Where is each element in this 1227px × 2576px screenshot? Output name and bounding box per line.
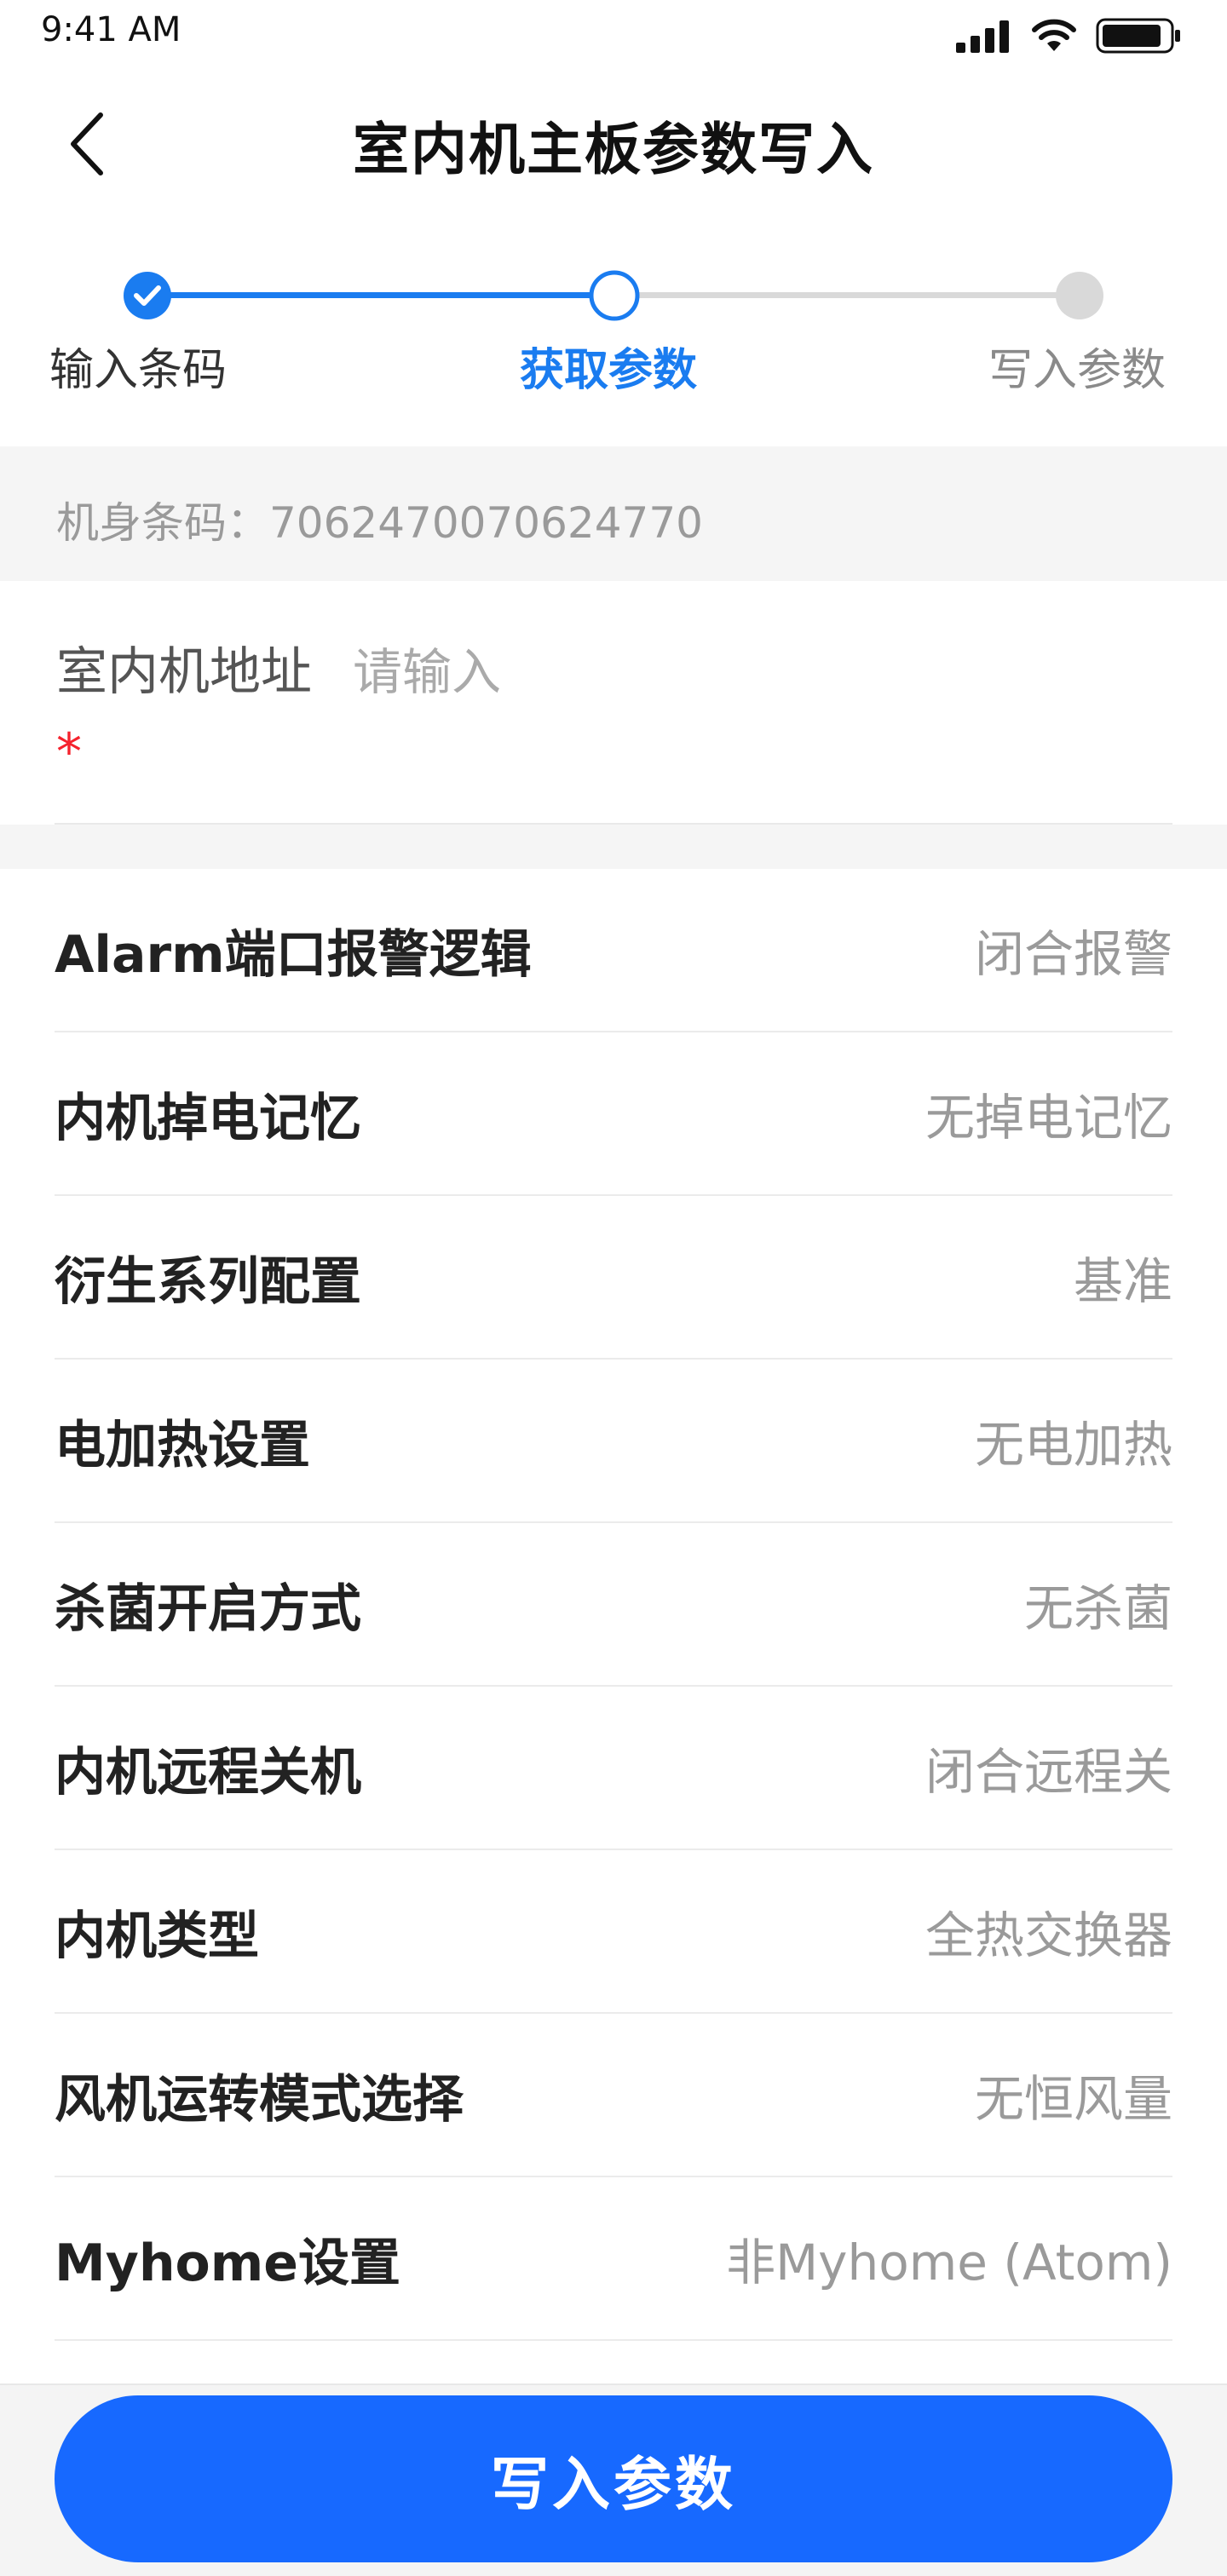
battery-icon [1096,18,1180,54]
param-value: 非Myhome (Atom) [726,2234,1172,2291]
write-params-button[interactable]: 写入参数 [55,2395,1172,2562]
param-label: Alarm端口报警逻辑 [55,924,532,985]
divider [0,2383,1227,2385]
param-value: 闭合报警 [974,925,1172,983]
progress-stepper: 输入条码 获取参数 写入参数 [0,216,1227,446]
parameter-list: Alarm端口报警逻辑 闭合报警 内机掉电记忆 无掉电记忆 衍生系列配置 基准 … [0,869,1227,2341]
param-value: 无电加热 [974,1416,1172,1474]
param-row-remote-shutdown[interactable]: 内机远程关机 闭合远程关 [55,1687,1172,1850]
barcode-value: 7062470070624770 [269,498,703,548]
param-label: 内机远程关机 [55,1742,361,1803]
param-row-derived-series[interactable]: 衍生系列配置 基准 [55,1196,1172,1360]
param-value: 基准 [1073,1252,1172,1310]
param-value: 无掉电记忆 [925,1089,1172,1147]
barcode-label: 机身条码： [56,498,269,548]
address-input[interactable] [353,632,1171,712]
status-time: 9:41 AM [41,10,181,49]
param-label: 杀菌开启方式 [55,1578,361,1639]
param-row-myhome[interactable]: Myhome设置 非Myhome (Atom) [55,2177,1172,2341]
step-active-circle-icon [589,270,640,321]
param-row-power-memory[interactable]: 内机掉电记忆 无掉电记忆 [55,1032,1172,1196]
param-value: 闭合远程关 [925,1743,1172,1801]
step-pending-circle-icon [1056,272,1103,319]
param-label: 风机运转模式选择 [55,2069,464,2130]
barcode-info-bar: 机身条码：7062470070624770 [0,446,1227,581]
required-mark: * [56,722,82,782]
barcode-text: 机身条码：7062470070624770 [56,489,703,550]
param-row-alarm-logic[interactable]: Alarm端口报警逻辑 闭合报警 [55,869,1172,1032]
step-line-done [147,292,614,298]
step-label-input-barcode: 输入条码 [49,345,228,396]
status-bar: 9:41 AM [0,0,1227,70]
step-label-write-params: 写入参数 [988,345,1167,396]
param-label: 内机掉电记忆 [55,1088,361,1148]
page-title: 室内机主板参数写入 [353,117,874,182]
step-label-get-params: 获取参数 [520,345,698,396]
param-value: 无恒风量 [974,2070,1172,2128]
param-row-unit-type[interactable]: 内机类型 全热交换器 [55,1850,1172,2014]
signal-icon [956,20,1009,53]
step-done-check-icon [124,272,171,319]
status-icons [956,17,1183,55]
param-label: 电加热设置 [55,1415,310,1475]
section-gap [0,825,1227,869]
param-label: 内机类型 [55,1906,259,1966]
address-label: 室内机地址 * [56,632,312,792]
param-value: 无杀菌 [1023,1579,1172,1637]
param-row-fan-mode[interactable]: 风机运转模式选择 无恒风量 [55,2014,1172,2177]
address-label-text: 室内机地址 [56,642,312,702]
param-label: Myhome设置 [55,2233,400,2293]
param-value: 全热交换器 [925,1906,1172,1964]
param-row-electric-heating[interactable]: 电加热设置 无电加热 [55,1360,1172,1523]
footer-bar: 写入参数 [0,2383,1227,2576]
param-label: 衍生系列配置 [55,1251,361,1312]
param-row-sterilization[interactable]: 杀菌开启方式 无杀菌 [55,1523,1172,1687]
wifi-icon [1032,19,1076,51]
nav-bar: 室内机主板参数写入 [0,70,1227,216]
step-line-pending [614,292,1080,298]
